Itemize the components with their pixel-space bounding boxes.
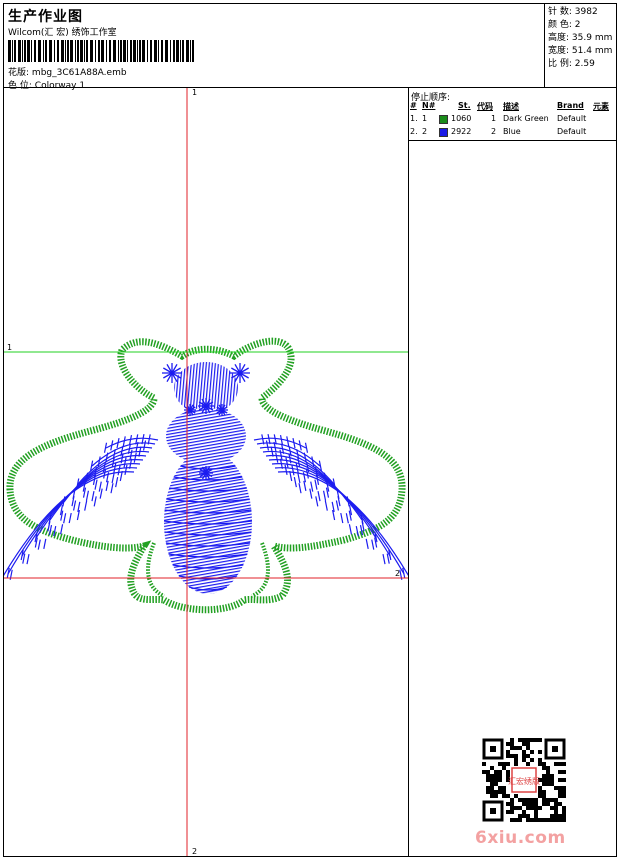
stat-label: 高度: (548, 33, 570, 43)
design-canvas[interactable]: 1 2 1 2 (0, 88, 420, 856)
header-divider (544, 3, 545, 88)
row-brand: Default (557, 114, 587, 123)
table-row[interactable]: 2. 2 2922 2 Blue Default (409, 126, 616, 139)
row-description: Dark Green (503, 114, 549, 123)
stat-value: 2 (574, 20, 581, 30)
row-n: 1 (422, 114, 428, 123)
color-swatch (439, 128, 448, 137)
stat-label: 宽度: (548, 46, 570, 56)
barcode (8, 40, 194, 62)
table-header: # N# St. 代码 描述 Brand 元素 (409, 100, 616, 113)
design-filename: mbg_3C61A88A.emb (31, 68, 127, 78)
table-row[interactable]: 1. 1 1060 1 Dark Green Default (409, 113, 616, 126)
stat-value: 3982 (574, 7, 598, 17)
row-stitches: 1060 (451, 114, 472, 123)
embroidery-preview (0, 88, 420, 856)
row-code: 1 (491, 114, 497, 123)
col-header: 描述 (503, 102, 519, 111)
row-stitches: 2922 (451, 127, 472, 136)
watermark: 6xiu.com (475, 828, 566, 848)
stat-value: 2.59 (574, 59, 595, 69)
row-code: 2 (491, 127, 497, 136)
qr-code[interactable]: 汇宏绣版 (482, 738, 566, 822)
stat-stitches: 针 数: 3982 (548, 6, 612, 19)
axis-label-left: 1 (7, 343, 13, 352)
col-header: N# (422, 101, 436, 110)
stat-height: 高度: 35.9 mm (548, 32, 612, 45)
page-title: 生产作业图 (8, 9, 83, 25)
col-header: St. (458, 101, 471, 110)
stop-sequence-panel: 停止顺序: # N# St. 代码 描述 Brand 元素 1. 1 1060 … (409, 88, 617, 857)
header: 生产作业图 Wilcom(汇 宏) 绣饰工作室 花版: mbg_3C61A88A… (4, 4, 544, 91)
row-description: Blue (503, 127, 521, 136)
design-label: 花版: (8, 68, 30, 78)
axis-label-bottom: 2 (192, 847, 198, 856)
left-wing-stitches (0, 434, 159, 583)
color-swatch (439, 115, 448, 124)
design-stats: 针 数: 3982 颜 色: 2 高度: 35.9 mm 宽度: 51.4 mm… (548, 6, 612, 71)
stat-label: 比 例: (548, 59, 572, 69)
col-header: # (410, 101, 417, 110)
col-header: Brand (557, 101, 584, 110)
stat-colors: 颜 色: 2 (548, 19, 612, 32)
row-n: 2 (422, 127, 428, 136)
row-index: 2. (410, 127, 418, 136)
stop-sequence-table: # N# St. 代码 描述 Brand 元素 1. 1 1060 1 Dark… (409, 100, 616, 139)
row-index: 1. (410, 114, 418, 123)
design-line: 花版: mbg_3C61A88A.emb (8, 65, 127, 78)
stat-value: 35.9 mm (571, 33, 613, 43)
right-wing-stitches (253, 434, 420, 596)
stat-label: 针 数: (548, 7, 572, 17)
col-header: 元素 (593, 102, 609, 111)
axis-label-top: 1 (192, 88, 198, 97)
col-header: 代码 (477, 102, 493, 111)
stat-width: 宽度: 51.4 mm (548, 45, 612, 58)
row-brand: Default (557, 127, 587, 136)
qr-seal-text: 汇宏绣版 (508, 776, 540, 786)
company-name: Wilcom(汇 宏) 绣饰工作室 (8, 28, 117, 38)
table-bottom-rule (409, 140, 617, 141)
stat-value: 51.4 mm (571, 46, 613, 56)
stat-label: 颜 色: (548, 20, 572, 30)
stat-scale: 比 例: 2.59 (548, 58, 612, 71)
axis-label-right: 2 (395, 569, 401, 578)
